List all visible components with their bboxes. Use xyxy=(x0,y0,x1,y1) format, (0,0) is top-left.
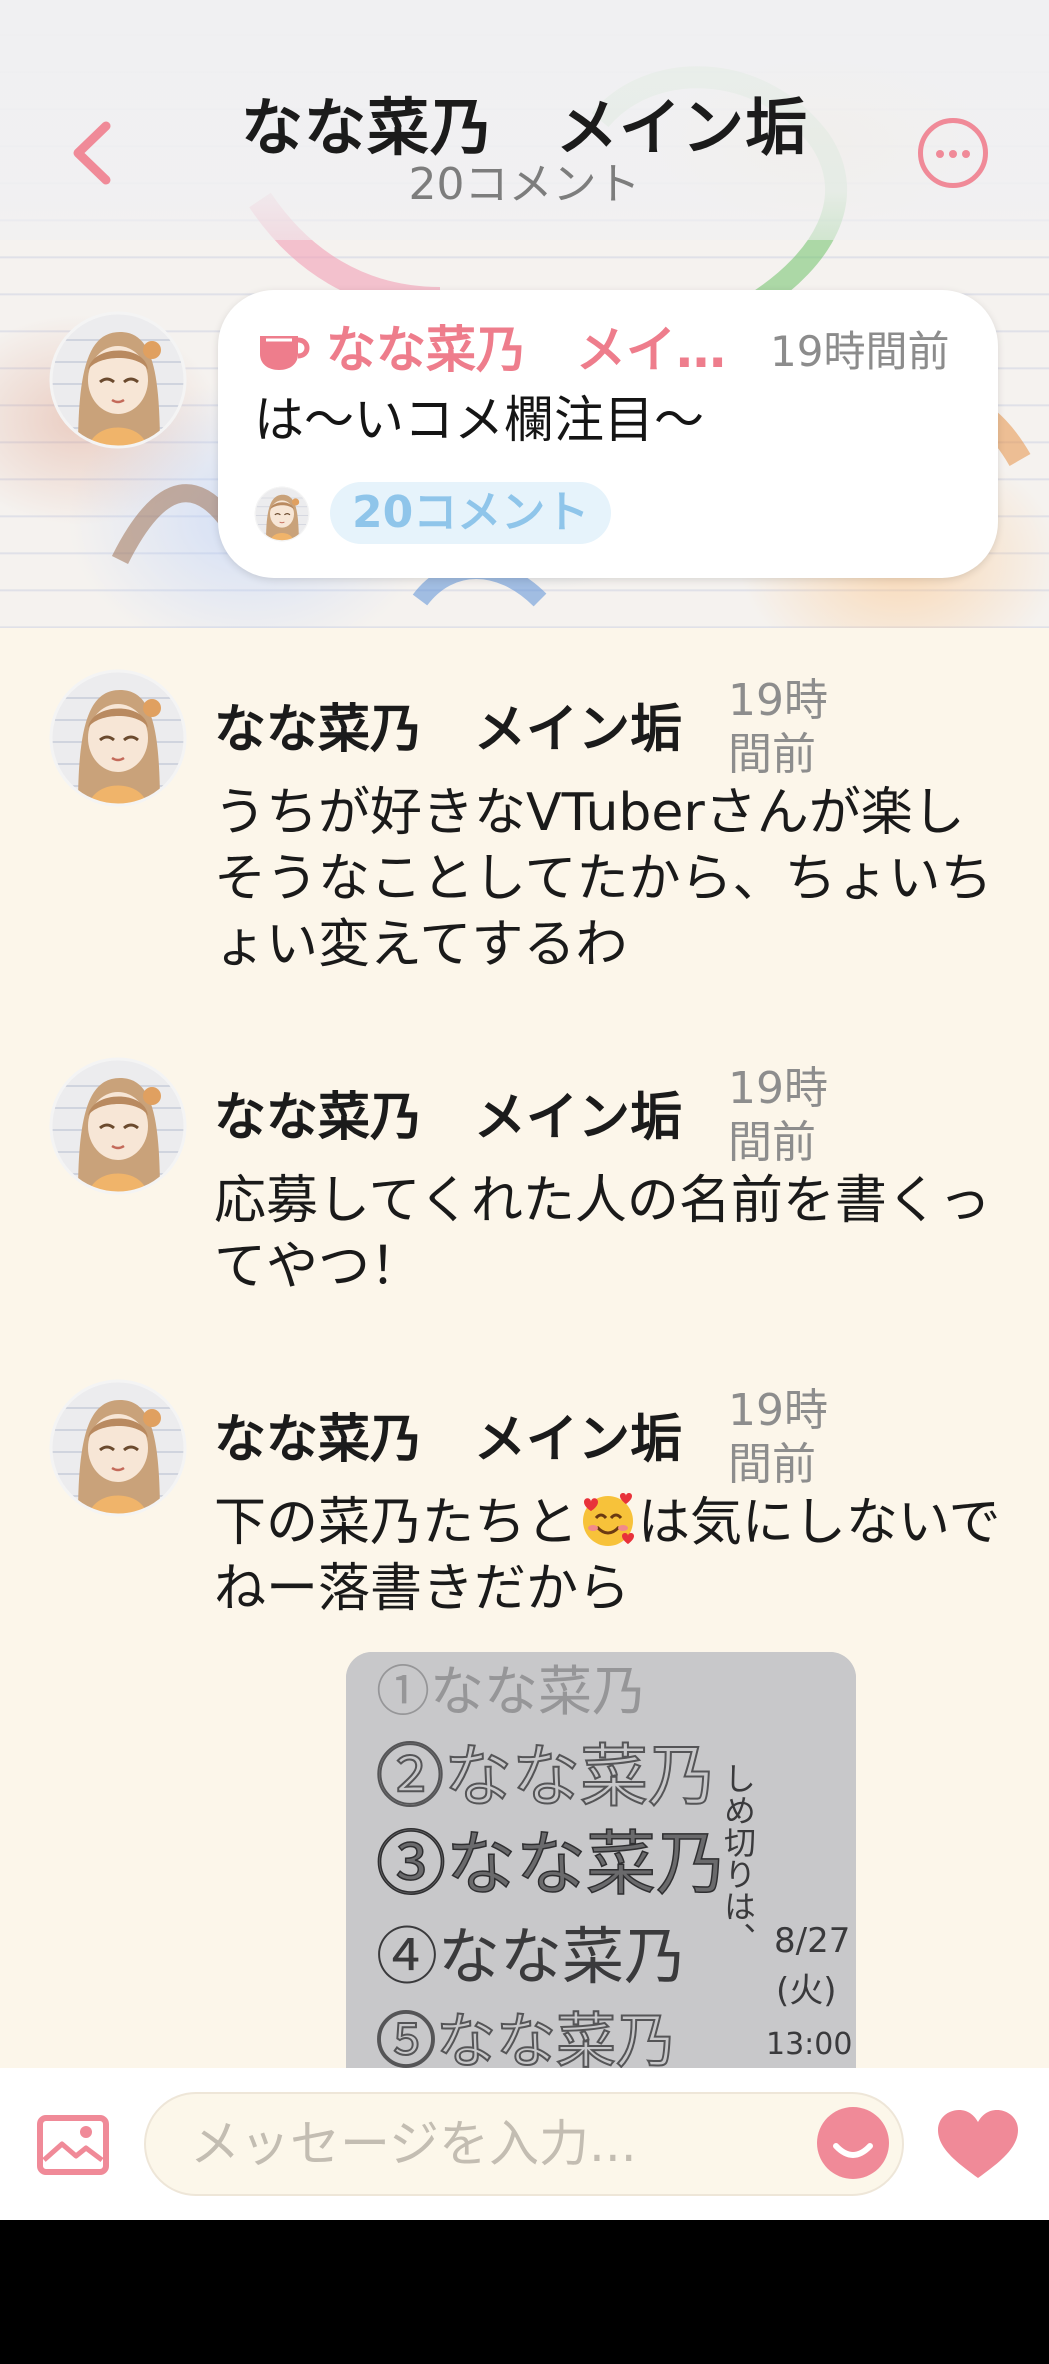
note-line: ⑤なな菜乃 xyxy=(376,2007,676,2072)
smiling-face-with-hearts-icon xyxy=(583,1493,635,1546)
comment-text-part: 下の菜乃たちと xyxy=(214,1493,579,1553)
message-bar xyxy=(0,2068,1049,2220)
avatar[interactable] xyxy=(48,1056,188,1196)
more-dots-icon[interactable] xyxy=(918,118,988,188)
note-date: 8/27 xyxy=(774,1921,850,1961)
heart-icon[interactable] xyxy=(936,2108,1020,2182)
comment-timestamp: 19時間前 xyxy=(728,675,828,780)
avatar[interactable] xyxy=(48,1378,188,1518)
comment-timestamp: 19時間前 xyxy=(728,1385,828,1490)
comment-count-subtitle: 20コメント xyxy=(408,159,641,210)
handwritten-note-photo: ①なな菜乃 ②なな菜乃 ③なな菜乃 ④なな菜乃 ⑤なな菜乃 しめ切りは、 8/2… xyxy=(346,1652,856,2072)
note-deadline: しめ切りは、 xyxy=(719,1762,757,1954)
comment-text: 応募してくれた人の名前を書くってやつ！ xyxy=(214,1171,991,1297)
comment-author[interactable]: なな菜乃 メイン垢 xyxy=(214,1408,682,1472)
post-banner: なな菜乃 メイン垢 20コメント なな菜乃 メイ… 19時間前 は〜いコメ欄注目… xyxy=(0,0,1049,628)
comment-text: うちが好きなVTuberさんが楽しそうなことしてたから、ちょいちょい変えてするわ xyxy=(214,783,993,975)
avatar xyxy=(254,486,310,542)
avatar[interactable] xyxy=(48,310,188,450)
pinned-post-card[interactable]: なな菜乃 メイ… 19時間前 は〜いコメ欄注目〜 20コメント xyxy=(218,290,998,578)
comment-timestamp: 19時間前 xyxy=(728,1063,828,1168)
post-author: なな菜乃 メイ… xyxy=(326,321,726,379)
comment-count-badge[interactable]: 20コメント xyxy=(330,482,612,544)
note-time: 13:00 xyxy=(766,2027,852,2062)
note-line: ②なな菜乃 xyxy=(376,1738,716,1817)
message-input[interactable] xyxy=(144,2092,904,2196)
note-weekday: (火) xyxy=(776,1971,837,2011)
comment-text: 下の菜乃たちと は気にしないでねー落書きだから xyxy=(214,1490,1004,1622)
smile-stamp-icon[interactable] xyxy=(816,2106,890,2180)
comment-author[interactable]: なな菜乃 メイン垢 xyxy=(214,1086,682,1150)
note-line: ④なな菜乃 xyxy=(376,1920,686,1993)
cup-icon xyxy=(260,336,310,370)
top-bar: なな菜乃 メイン垢 20コメント xyxy=(0,0,1049,240)
attachment-image[interactable]: ①なな菜乃 ②なな菜乃 ③なな菜乃 ④なな菜乃 ⑤なな菜乃 しめ切りは、 8/2… xyxy=(346,1652,856,2072)
note-line: ①なな菜乃 xyxy=(376,1660,646,1723)
post-timestamp: 19時間前 xyxy=(770,327,950,376)
comment-author[interactable]: なな菜乃 メイン垢 xyxy=(214,698,682,762)
post-text: は〜いコメ欄注目〜 xyxy=(254,391,704,449)
system-navigation-bar xyxy=(0,2220,1049,2364)
image-icon[interactable] xyxy=(36,2114,110,2176)
avatar[interactable] xyxy=(48,668,188,808)
page-title: なな菜乃 メイン垢 xyxy=(240,91,808,164)
note-line: ③なな菜乃 xyxy=(376,1823,726,1905)
